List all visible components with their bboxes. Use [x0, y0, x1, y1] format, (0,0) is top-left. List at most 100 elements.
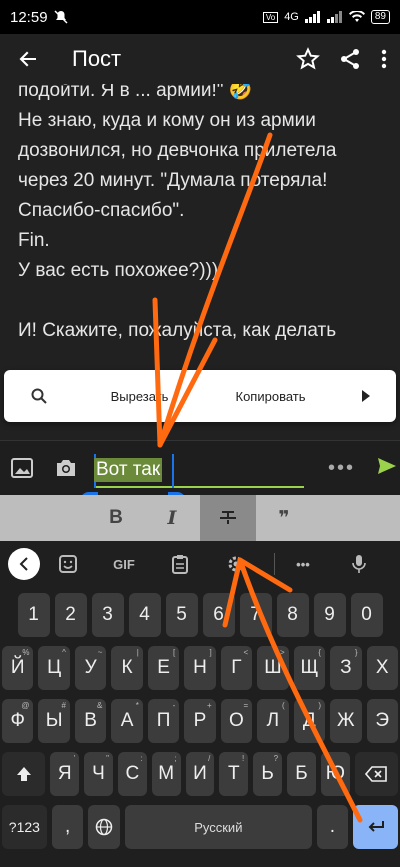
- search-button[interactable]: [4, 388, 74, 404]
- symbols-key[interactable]: ?123: [2, 805, 47, 849]
- key-с[interactable]: С:: [117, 752, 147, 796]
- key-label: П: [156, 710, 171, 731]
- star-icon[interactable]: [296, 47, 320, 71]
- key-ы[interactable]: Ы #: [38, 699, 70, 743]
- comma-key[interactable]: ,: [51, 805, 84, 849]
- key-р[interactable]: Р +: [184, 699, 216, 743]
- key-6[interactable]: 6: [202, 593, 235, 637]
- voice-input-button[interactable]: [331, 554, 387, 574]
- bold-button[interactable]: B: [88, 495, 144, 541]
- key-hint: ]: [209, 648, 212, 657]
- more-vert-icon[interactable]: [380, 47, 388, 71]
- key-о[interactable]: О =: [220, 699, 253, 743]
- key-э[interactable]: Э: [366, 699, 398, 743]
- key-hint: %: [22, 648, 30, 657]
- key-label: З: [340, 657, 352, 678]
- status-bar: 12:59 Vo 4G 89: [0, 0, 400, 34]
- key-ч[interactable]: Ч ": [84, 752, 113, 796]
- backspace-key[interactable]: [354, 752, 398, 796]
- key-й[interactable]: Й%: [2, 646, 34, 690]
- key-ш[interactable]: Ш >: [257, 646, 289, 690]
- language-key[interactable]: [88, 805, 121, 849]
- key-hint: |: [136, 648, 139, 657]
- key-ф[interactable]: Ф @: [2, 699, 34, 743]
- key-ц[interactable]: Ц ^: [38, 646, 70, 690]
- cut-button[interactable]: Вырезать: [74, 389, 205, 404]
- key-label: Ж: [337, 710, 355, 731]
- key-и[interactable]: И /: [185, 752, 215, 796]
- key-label: М: [158, 763, 175, 784]
- key-г[interactable]: Г <: [220, 646, 253, 690]
- key-я[interactable]: Я ': [50, 752, 80, 796]
- key-б[interactable]: Б: [287, 752, 316, 796]
- key-hint: ): [318, 701, 322, 710]
- space-key[interactable]: Русский: [125, 805, 312, 849]
- key-8[interactable]: 8: [276, 593, 309, 637]
- key-м[interactable]: М;: [151, 752, 181, 796]
- key-п[interactable]: П-: [147, 699, 180, 743]
- selected-text: Вот так: [94, 458, 163, 482]
- italic-button[interactable]: I: [144, 495, 200, 541]
- send-button[interactable]: [377, 457, 397, 480]
- period-key[interactable]: .: [316, 805, 349, 849]
- enter-key[interactable]: [353, 805, 398, 849]
- key-7[interactable]: 7: [239, 593, 272, 637]
- signal-icon: [304, 11, 320, 23]
- camera-button[interactable]: [44, 458, 88, 478]
- back-button[interactable]: [0, 49, 56, 69]
- key-ю[interactable]: Ю: [320, 752, 350, 796]
- globe-icon: [96, 818, 113, 836]
- key-3[interactable]: 3: [91, 593, 124, 637]
- comment-composer: Вот так •••: [0, 440, 400, 510]
- key-2[interactable]: 2: [54, 593, 87, 637]
- key-в[interactable]: В &: [74, 699, 107, 743]
- backspace-icon: [365, 766, 388, 782]
- more-tools-button[interactable]: •••: [275, 557, 331, 572]
- key-1[interactable]: 1: [17, 593, 50, 637]
- key-д[interactable]: Д): [293, 699, 326, 743]
- key-hint: !: [242, 754, 245, 763]
- key-т[interactable]: Т!: [219, 752, 249, 796]
- post-line: И! Скажите, пожалуйста, как делать: [18, 320, 337, 341]
- key-л[interactable]: Л(: [257, 699, 289, 743]
- keyboard-collapse-button[interactable]: [8, 548, 40, 580]
- keyboard: 1234567890 Й% Ц ^ У ~ К | Е[Н] Г < Ш > Щ{З} Х Ф @ Ы # В & А…: [0, 587, 400, 867]
- sticker-button[interactable]: [40, 555, 96, 573]
- key-hint: =: [243, 701, 249, 710]
- key-label: 6: [213, 604, 224, 625]
- key-ь[interactable]: Ь?: [253, 752, 283, 796]
- key-0[interactable]: 0: [350, 593, 383, 637]
- settings-button[interactable]: [208, 555, 264, 573]
- copy-button[interactable]: Копировать: [205, 389, 336, 404]
- key-н[interactable]: Н]: [184, 646, 216, 690]
- key-4[interactable]: 4: [128, 593, 161, 637]
- key-hint: <: [243, 648, 249, 657]
- key-х[interactable]: Х: [366, 646, 398, 690]
- more-options-button[interactable]: [336, 389, 396, 403]
- key-hint: >: [279, 648, 285, 657]
- key-label: Е: [157, 657, 170, 678]
- key-а[interactable]: А *: [111, 699, 143, 743]
- clipboard-button[interactable]: [152, 554, 208, 574]
- post-line: дозвонился, но девчонка прилетела: [18, 140, 337, 161]
- key-щ[interactable]: Щ{: [293, 646, 326, 690]
- attach-image-button[interactable]: [0, 458, 44, 478]
- key-5[interactable]: 5: [165, 593, 198, 637]
- key-label: Щ: [300, 657, 319, 678]
- key-е[interactable]: Е[: [147, 646, 180, 690]
- shift-key[interactable]: [2, 752, 46, 796]
- key-ж[interactable]: Ж: [330, 699, 362, 743]
- strikethrough-icon: [220, 511, 236, 524]
- key-у[interactable]: У ~: [74, 646, 107, 690]
- strikethrough-button[interactable]: [200, 495, 256, 541]
- key-9[interactable]: 9: [313, 593, 346, 637]
- more-input-options-button[interactable]: •••: [328, 457, 355, 480]
- arrow-back-icon: [19, 51, 36, 67]
- key-к[interactable]: К |: [111, 646, 143, 690]
- quote-button[interactable]: ❞: [256, 495, 312, 541]
- key-label: 0: [361, 604, 372, 625]
- share-icon[interactable]: [338, 47, 362, 71]
- key-з[interactable]: З}: [330, 646, 362, 690]
- comment-input[interactable]: Вот так: [80, 448, 304, 510]
- gif-button[interactable]: GIF: [96, 557, 152, 572]
